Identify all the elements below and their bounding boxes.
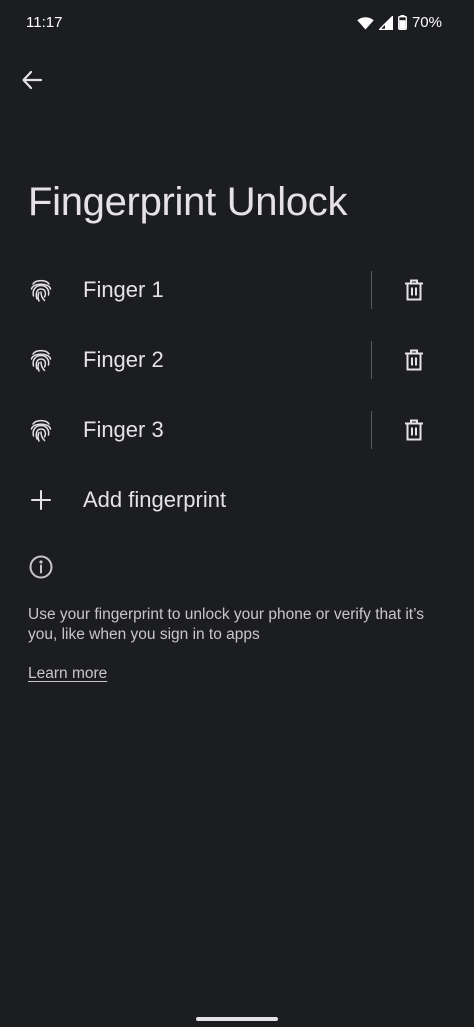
row-divider	[371, 271, 372, 309]
fingerprint-label: Finger 1	[83, 277, 164, 302]
wifi-icon	[357, 16, 374, 30]
add-fingerprint-button[interactable]: Add fingerprint	[0, 465, 474, 535]
fingerprint-label: Finger 2	[83, 347, 164, 372]
arrow-back-icon	[22, 70, 43, 90]
add-fingerprint-label: Add fingerprint	[83, 487, 227, 512]
fingerprint-item-3[interactable]: Finger 3	[0, 395, 372, 465]
fingerprint-row-3: Finger 3	[0, 395, 474, 465]
delete-icon	[405, 419, 423, 441]
status-time: 11:17	[26, 14, 63, 31]
info-description: Use your fingerprint to unlock your phon…	[28, 606, 425, 643]
row-divider	[371, 411, 372, 449]
fingerprint-icon	[28, 417, 54, 443]
page-title: Fingerprint Unlock	[28, 180, 348, 224]
cellular-signal-icon	[378, 15, 393, 30]
back-button[interactable]	[16, 64, 48, 96]
status-bar: 11:17 70%	[0, 0, 474, 46]
info-icon	[28, 554, 54, 580]
fingerprint-label: Finger 3	[83, 417, 164, 442]
delete-fingerprint-1-button[interactable]	[392, 268, 436, 312]
battery-icon	[398, 15, 407, 30]
plus-icon	[28, 487, 54, 513]
status-icons: 70%	[357, 14, 442, 31]
delete-icon	[405, 279, 423, 301]
fingerprint-icon	[28, 277, 54, 303]
fingerprint-item-2[interactable]: Finger 2	[0, 325, 372, 395]
fingerprint-icon	[28, 347, 54, 373]
gesture-navigation-bar[interactable]	[196, 1017, 278, 1021]
fingerprint-item-1[interactable]: Finger 1	[0, 255, 372, 325]
delete-fingerprint-3-button[interactable]	[392, 408, 436, 452]
fingerprint-row-1: Finger 1	[0, 255, 474, 325]
learn-more-link[interactable]: Learn more	[28, 665, 107, 683]
battery-percentage: 70%	[411, 14, 442, 31]
row-divider	[371, 341, 372, 379]
delete-fingerprint-2-button[interactable]	[392, 338, 436, 382]
delete-icon	[405, 349, 423, 371]
fingerprint-row-2: Finger 2	[0, 325, 474, 395]
